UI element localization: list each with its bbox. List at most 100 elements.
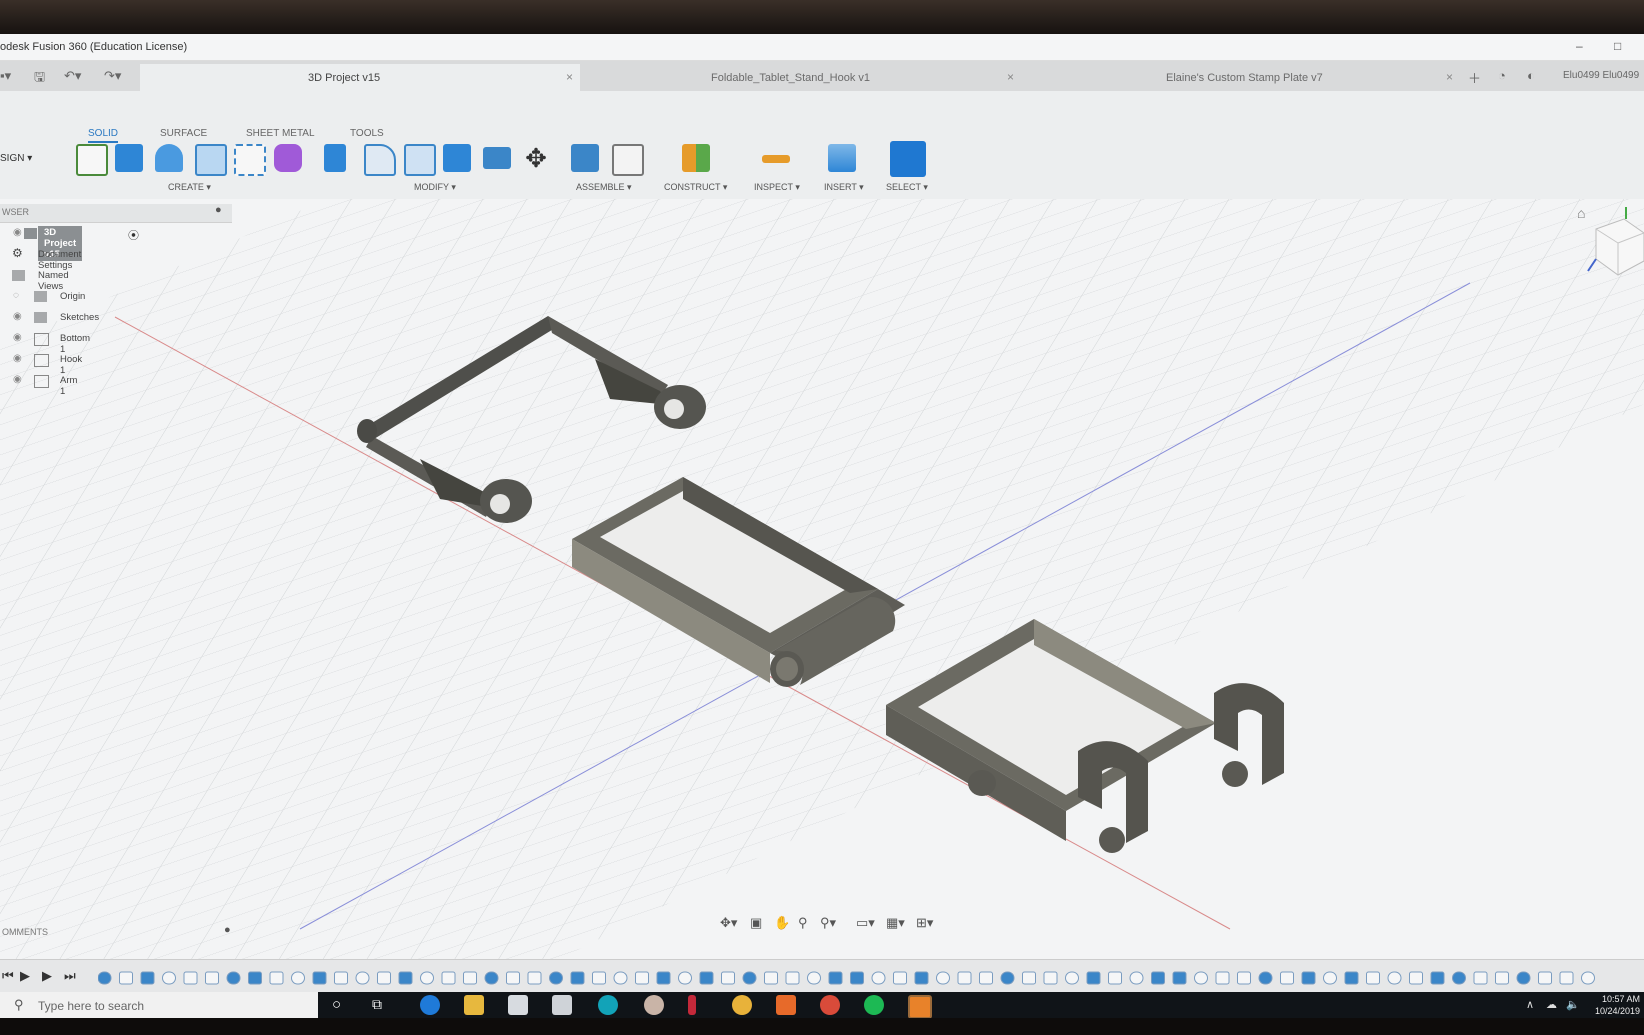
timeline-feature-icon[interactable] — [1172, 971, 1187, 985]
construct-menu[interactable]: CONSTRUCT ▾ — [664, 182, 727, 193]
spotify-icon[interactable] — [864, 995, 884, 1015]
timeline-feature-icon[interactable] — [592, 971, 606, 985]
timeline-feature-icon[interactable] — [1387, 971, 1402, 985]
offset-plane-icon[interactable] — [682, 144, 710, 172]
app-icon[interactable] — [776, 995, 796, 1015]
viewports-icon[interactable]: ⊞▾ — [916, 915, 933, 931]
timeline-feature-icon[interactable] — [1344, 971, 1359, 985]
create-sketch-icon[interactable] — [76, 144, 108, 176]
play-icon[interactable]: ▶ — [20, 968, 30, 984]
timeline-feature-icon[interactable] — [871, 971, 886, 985]
timeline-feature-icon[interactable] — [269, 971, 284, 985]
timeline-feature-icon[interactable] — [291, 971, 305, 985]
timeline-feature-icon[interactable] — [463, 971, 477, 985]
timeline-feature-icon[interactable] — [312, 971, 327, 985]
timeline-feature-icon[interactable] — [979, 971, 993, 985]
volume-icon[interactable]: 🔈 — [1566, 998, 1580, 1011]
visibility-eye-icon[interactable]: ◉ — [13, 374, 22, 385]
orbit-icon[interactable]: ✥▾ — [720, 915, 737, 931]
tab-3d-project[interactable]: 3D Project v15 × — [140, 64, 580, 91]
activate-radio-icon[interactable]: ⦿ — [128, 227, 139, 243]
edge-icon[interactable] — [420, 995, 440, 1015]
job-status-icon[interactable]: ◔ — [1498, 68, 1506, 83]
move-icon[interactable]: ✥ — [522, 144, 550, 172]
visibility-eye-icon[interactable]: ◉ — [13, 227, 22, 238]
pen-app-icon[interactable] — [688, 995, 696, 1015]
timeline-feature-icon[interactable] — [527, 971, 542, 985]
store-icon[interactable] — [552, 995, 572, 1015]
user-account[interactable]: Elu0499 Elu0499 — [1563, 70, 1639, 81]
timeline-feature-icon[interactable] — [721, 971, 735, 985]
visibility-eye-icon[interactable]: ◉ — [13, 311, 22, 322]
timeline-feature-icon[interactable] — [1430, 971, 1445, 985]
timeline-feature-icon[interactable] — [807, 971, 821, 985]
timeline-feature-icon[interactable] — [1323, 971, 1337, 985]
pattern-icon[interactable] — [234, 144, 266, 176]
tab-surface[interactable]: SURFACE — [160, 128, 207, 139]
timeline-feature-icon[interactable] — [914, 971, 929, 985]
timeline-feature-icon[interactable] — [398, 971, 413, 985]
close-tab-icon[interactable]: × — [1007, 70, 1014, 84]
extrude-icon[interactable] — [115, 144, 143, 172]
timeline-feature-icon[interactable] — [785, 971, 800, 985]
system-clock[interactable]: 10:57 AM 10/24/2019 — [1595, 993, 1640, 1017]
timeline-feature-icon[interactable] — [1237, 971, 1251, 985]
look-at-icon[interactable]: ▣ — [750, 915, 762, 931]
browser-collapse-icon[interactable]: ● — [215, 204, 222, 216]
go-to-end-icon[interactable]: ⏭ — [64, 968, 76, 984]
timeline-feature-icon[interactable] — [1538, 971, 1552, 985]
fillet-icon[interactable] — [364, 144, 396, 176]
mail-icon[interactable] — [508, 995, 528, 1015]
timeline-feature-icon[interactable] — [1495, 971, 1509, 985]
revolve-icon[interactable] — [155, 144, 183, 172]
home-view-icon[interactable]: ⌂ — [1577, 205, 1585, 221]
timeline-feature-icon[interactable] — [656, 971, 671, 985]
tab-sheet-metal[interactable]: SHEET METAL — [246, 128, 315, 139]
timeline-feature-icon[interactable] — [1581, 971, 1595, 985]
timeline-feature-icon[interactable] — [1043, 971, 1058, 985]
insert-menu[interactable]: INSERT ▾ — [824, 182, 864, 193]
timeline-feature-icon[interactable] — [248, 971, 262, 985]
timeline-feature-icon[interactable] — [1452, 971, 1466, 985]
timeline-feature-icon[interactable] — [1065, 971, 1079, 985]
timeline-feature-icon[interactable] — [506, 971, 520, 985]
new-tab-icon[interactable]: ＋ — [1468, 68, 1481, 87]
file-explorer-icon[interactable] — [464, 995, 484, 1015]
measure-icon[interactable] — [762, 155, 790, 163]
press-pull-icon[interactable] — [324, 144, 346, 172]
new-component-icon[interactable] — [571, 144, 599, 172]
timeline-feature-icon[interactable] — [828, 971, 843, 985]
pan-icon[interactable]: ✋ — [774, 915, 790, 931]
tab-solid[interactable]: SOLID — [88, 128, 119, 143]
timeline-feature-icon[interactable] — [699, 971, 714, 985]
select-menu[interactable]: SELECT ▾ — [886, 182, 928, 193]
timeline-feature-icon[interactable] — [98, 971, 112, 985]
timeline-feature-icon[interactable] — [1409, 971, 1423, 985]
chrome-icon[interactable] — [732, 995, 752, 1015]
timeline-feature-icon[interactable] — [441, 971, 456, 985]
timeline-feature-icon[interactable] — [1215, 971, 1230, 985]
grid-settings-icon[interactable]: ▦▾ — [886, 915, 905, 931]
timeline-feature-icon[interactable] — [1108, 971, 1122, 985]
visibility-eye-icon[interactable]: ◉ — [13, 332, 22, 343]
step-forward-icon[interactable]: ▶ — [42, 968, 52, 984]
hole-icon[interactable] — [195, 144, 227, 176]
timeline-feature-icon[interactable] — [764, 971, 778, 985]
fusion-360-icon[interactable] — [908, 995, 932, 1018]
timeline-feature-icon[interactable] — [1559, 971, 1574, 985]
maximize-button[interactable]: □ — [1614, 39, 1621, 53]
timeline-feature-icon[interactable] — [1151, 971, 1165, 985]
arduino-icon[interactable] — [598, 995, 618, 1015]
split-body-icon[interactable] — [483, 147, 511, 169]
insert-image-icon[interactable] — [828, 144, 856, 172]
timeline-feature-icon[interactable] — [570, 971, 585, 985]
timeline-feature-icon[interactable] — [1258, 971, 1273, 985]
app-menu-icon[interactable]: ▪▾ — [0, 68, 11, 84]
timeline-feature-icon[interactable] — [226, 971, 241, 985]
modify-menu[interactable]: MODIFY ▾ — [414, 182, 456, 193]
taskbar-search[interactable]: ⚲ Type here to search — [0, 992, 318, 1018]
create-menu[interactable]: CREATE ▾ — [168, 182, 211, 193]
timeline-feature-icon[interactable] — [1022, 971, 1036, 985]
show-hidden-icons[interactable]: ∧ — [1526, 998, 1534, 1011]
timeline-feature-icon[interactable] — [205, 971, 219, 985]
